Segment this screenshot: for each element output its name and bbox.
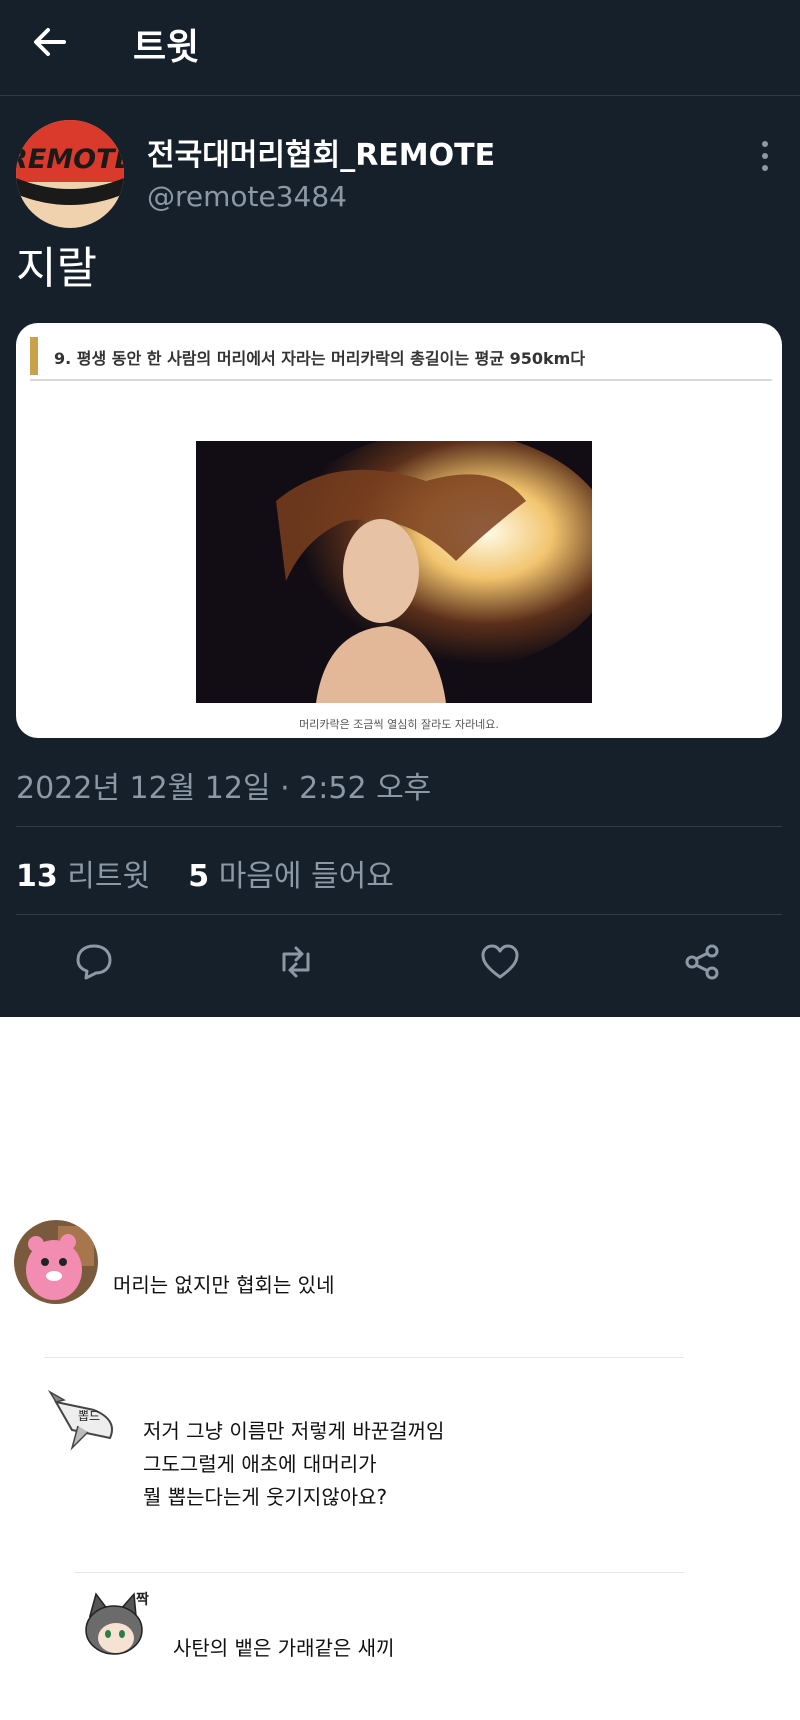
commenter-avatar[interactable]: 뽑드 — [48, 1386, 126, 1464]
cat-girl-avatar-image: 짝 — [76, 1586, 156, 1666]
commenter-avatar[interactable] — [14, 1220, 98, 1304]
like-icon[interactable] — [478, 940, 522, 984]
author-avatar[interactable]: REMOTE — [16, 120, 124, 228]
tweet-timestamp[interactable]: 2022년 12월 12일 · 2:52 오후 — [16, 763, 431, 807]
media-caption: 9. 평생 동안 한 사람의 머리에서 자라는 머리카락의 총길이는 평균 95… — [54, 349, 586, 368]
comment-text: 사탄의 뱉은 가래같은 새끼 — [173, 1636, 395, 1660]
caption-divider — [30, 379, 772, 381]
caption-accent-bar — [30, 337, 38, 375]
retweet-icon[interactable] — [274, 940, 318, 984]
rocket-doodle-avatar-image: 뽑드 — [48, 1386, 126, 1464]
retweet-label[interactable]: 리트윗 — [67, 859, 150, 894]
author-handle[interactable]: @remote3484 — [147, 180, 347, 213]
more-options-icon[interactable] — [752, 136, 778, 176]
top-bar: 트윗 — [0, 0, 800, 96]
tweet-stats: 13 리트윗 5 마음에 들어요 — [16, 851, 394, 895]
tweet-text: 지랄 — [16, 243, 97, 294]
divider — [16, 914, 782, 915]
share-icon[interactable] — [680, 940, 724, 984]
like-count[interactable]: 5 — [188, 859, 209, 894]
comment-line: 그도그럴게 애초에 대머리가 — [143, 1452, 377, 1476]
tweet-panel: 트윗 REMOTE 전국대머리협회_REMOTE @remote3484 지랄 … — [0, 0, 800, 1017]
comment-line: 저거 그냥 이름만 저렇게 바꾼걸꺼임 — [143, 1419, 445, 1443]
like-label[interactable]: 마음에 들어요 — [219, 859, 394, 894]
woman-hair-photo — [196, 441, 592, 703]
comment-text: 머리는 없지만 협회는 있네 — [113, 1273, 335, 1297]
comment-line: 뭘 뽑는다는게 웃기지않아요? — [143, 1485, 388, 1509]
author-name[interactable]: 전국대머리협회_REMOTE — [147, 130, 495, 174]
divider — [16, 826, 782, 827]
photo-caption: 머리카락은 조금씩 열심히 잘라도 자라네요. — [299, 718, 499, 731]
svg-text:REMOTE: REMOTE — [16, 144, 124, 175]
comment-divider — [44, 1357, 684, 1358]
avatar-doodle-text: 짝 — [136, 1591, 149, 1608]
comment-text: 저거 그냥 이름만 저렇게 바꾼걸꺼임 그도그럴게 애초에 대머리가 뭘 뽑는다… — [143, 1415, 444, 1514]
commenter-avatar[interactable]: 짝 — [76, 1586, 156, 1666]
tweet-media[interactable]: 9. 평생 동안 한 사람의 머리에서 자라는 머리카락의 총길이는 평균 95… — [16, 323, 782, 738]
retweet-count[interactable]: 13 — [16, 859, 58, 894]
pink-beaver-avatar-image — [14, 1220, 98, 1304]
arrow-left-icon[interactable] — [30, 22, 70, 62]
remote-logo-image: REMOTE — [16, 120, 124, 228]
reply-icon[interactable] — [72, 940, 116, 984]
avatar-doodle-text: 뽑드 — [78, 1409, 100, 1423]
comment-divider — [74, 1572, 684, 1573]
page-title: 트윗 — [133, 27, 200, 68]
